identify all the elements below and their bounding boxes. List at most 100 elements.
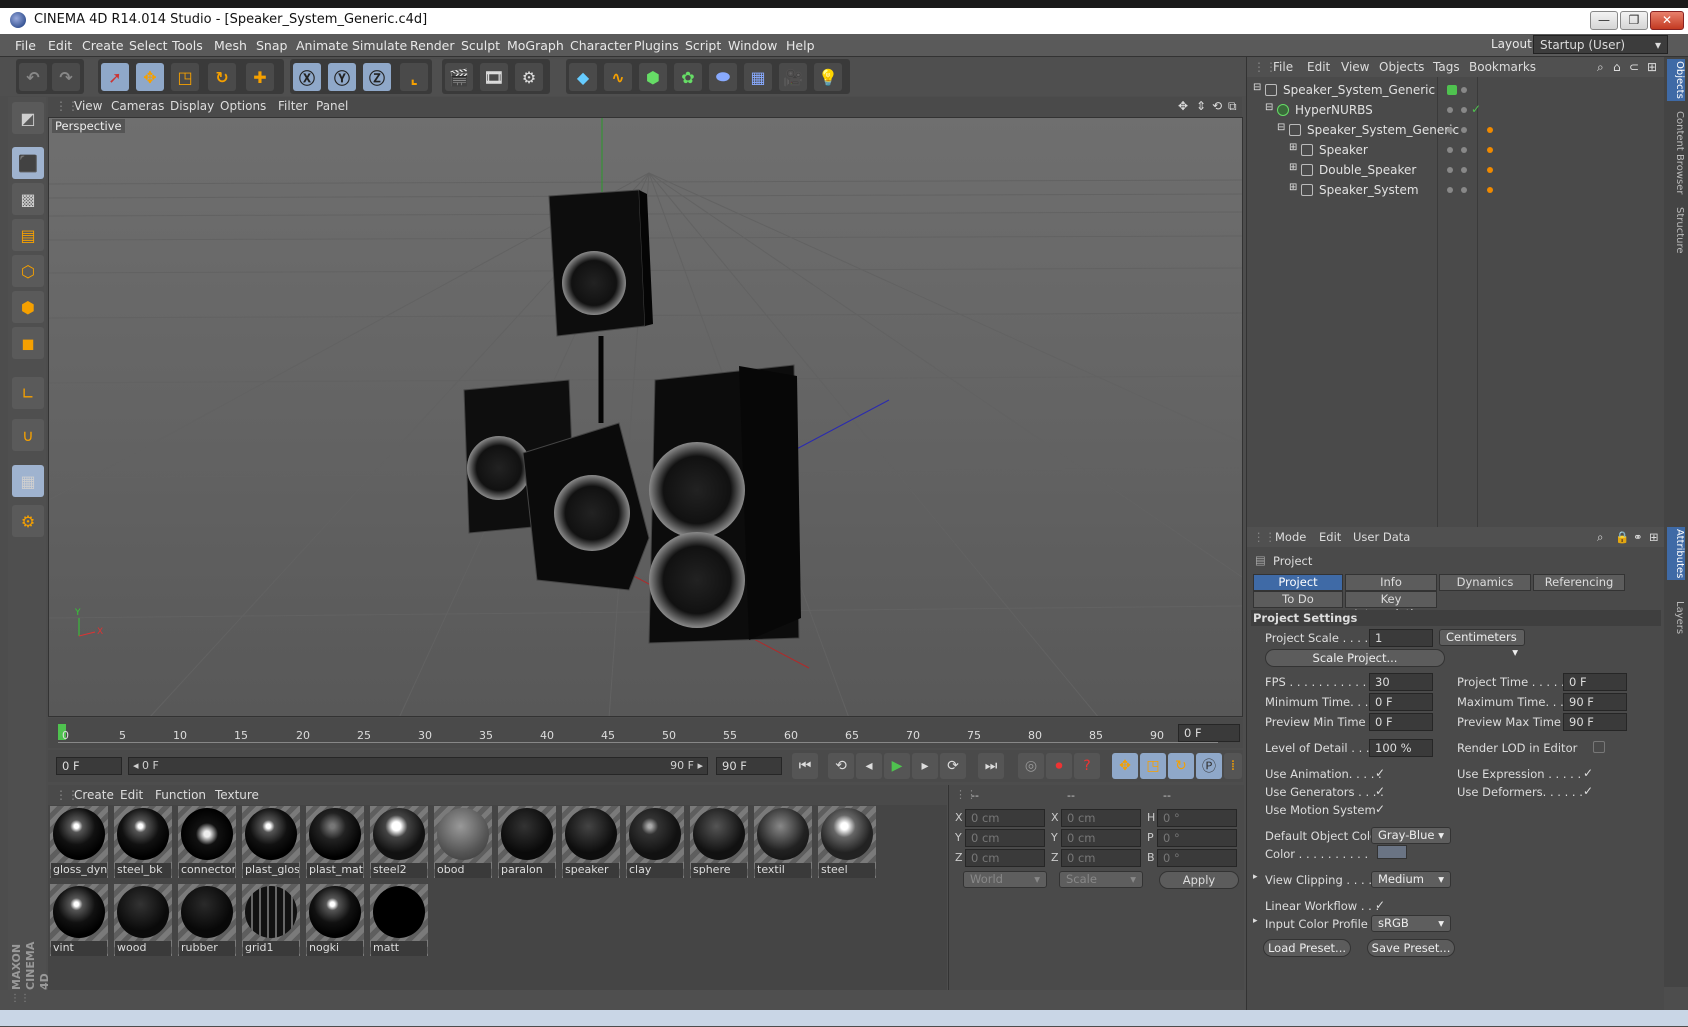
polygons-mode-icon[interactable]: ◼ — [12, 327, 44, 359]
attribute-menu-edit[interactable]: Edit — [1319, 530, 1341, 544]
object-menu-file[interactable]: File — [1273, 60, 1293, 74]
coordinate-system-icon[interactable]: ⌞ — [400, 63, 428, 91]
key-parameter-icon[interactable]: Ⓟ — [1196, 753, 1222, 779]
load-preset-button[interactable]: Load Preset... — [1263, 939, 1351, 957]
collapse-icon[interactable]: ⊟ — [1277, 122, 1285, 133]
material-swatch[interactable]: plast_matt — [306, 806, 364, 878]
tab-key-interpolation[interactable]: Key Interpolation — [1345, 591, 1437, 621]
material-swatch[interactable]: vint — [50, 884, 108, 956]
object-row[interactable]: ⊞ Speaker — [1251, 141, 1661, 160]
add-object-icon[interactable]: ✚ — [246, 63, 274, 91]
render-view-icon[interactable]: 🎬 — [445, 63, 473, 91]
use-generators-checkbox[interactable]: ✓ — [1375, 785, 1387, 797]
material-menu-edit[interactable]: Edit — [120, 788, 143, 802]
render-dot-icon[interactable] — [1461, 127, 1467, 133]
visibility-dot-icon[interactable] — [1447, 127, 1453, 133]
camera-icon[interactable]: 🎥 — [779, 63, 807, 91]
menu-select[interactable]: Select — [129, 38, 168, 53]
menu-mograph[interactable]: MoGraph — [507, 38, 564, 53]
side-tab-layers[interactable]: Layers — [1667, 601, 1685, 634]
position-z-field[interactable]: 0 cm — [965, 849, 1045, 867]
material-menu-texture[interactable]: Texture — [215, 788, 259, 802]
viewport-move-icon[interactable]: ✥ — [1178, 99, 1188, 113]
expand-icon[interactable]: ⊞ — [1289, 182, 1297, 193]
tab-to-do[interactable]: To Do — [1253, 591, 1343, 608]
side-tab-attributes[interactable]: Attributes — [1667, 527, 1685, 581]
z-axis-icon[interactable]: Ⓩ — [363, 63, 391, 91]
save-preset-button[interactable]: Save Preset... — [1367, 939, 1455, 957]
use-deformers-checkbox[interactable]: ✓ — [1583, 785, 1595, 797]
apply-button[interactable]: Apply — [1159, 871, 1239, 889]
material-swatch[interactable]: textil — [754, 806, 812, 878]
nurbs-icon[interactable]: ⬢ — [639, 63, 667, 91]
side-tab-structure[interactable]: Structure — [1667, 207, 1685, 254]
menu-file[interactable]: File — [15, 38, 36, 53]
menu-plugins[interactable]: Plugins — [634, 38, 679, 53]
default-object-color-select[interactable]: Gray-Blue ▾ — [1371, 827, 1451, 844]
use-expression-checkbox[interactable]: ✓ — [1583, 767, 1595, 779]
preview-min-time-field[interactable]: 0 F — [1369, 713, 1433, 731]
make-editable-icon[interactable]: ◩ — [12, 102, 44, 134]
object-row[interactable]: ⊟ HyperNURBS ✓ — [1251, 101, 1661, 120]
material-menu-create[interactable]: Create — [74, 788, 114, 802]
redo-icon[interactable]: ↷ — [52, 63, 80, 91]
points-mode-icon[interactable]: ⬡ — [12, 255, 44, 287]
edges-mode-icon[interactable]: ⬢ — [12, 291, 44, 323]
viewport-maximize-icon[interactable]: ⧉ — [1228, 99, 1237, 114]
expand-arrow-icon[interactable]: ▸ — [1253, 916, 1258, 926]
x-axis-icon[interactable]: Ⓧ — [293, 63, 321, 91]
cube-icon[interactable]: ◆ — [569, 63, 597, 91]
layer-color-icon[interactable] — [1447, 85, 1457, 95]
object-row[interactable]: ⊞ Speaker_System — [1251, 181, 1661, 200]
scale-project-button[interactable]: Scale Project... — [1265, 649, 1445, 667]
position-x-field[interactable]: 0 cm — [965, 809, 1045, 827]
attribute-menu-mode[interactable]: Mode — [1275, 530, 1306, 544]
size-mode-select[interactable]: Scale ▾ — [1059, 871, 1143, 888]
new-panel-icon[interactable]: ⊞ — [1649, 530, 1659, 544]
minimum-time-field[interactable]: 0 F — [1369, 693, 1433, 711]
light-icon[interactable]: 💡 — [814, 63, 842, 91]
side-tab-objects[interactable]: Objects — [1667, 59, 1685, 101]
render-dot-icon[interactable] — [1461, 167, 1467, 173]
layout-select[interactable]: Startup (User) ▾ — [1533, 35, 1668, 54]
move-icon[interactable]: ✥ — [136, 63, 164, 91]
material-swatch[interactable]: speaker — [562, 806, 620, 878]
search-icon[interactable]: ⌕ — [1597, 530, 1603, 545]
key-position-icon[interactable]: ✥ — [1112, 753, 1138, 779]
tab-info[interactable]: Info — [1345, 574, 1437, 591]
viewport-rotate-icon[interactable]: ⟲ — [1212, 99, 1222, 113]
workplane-lock-icon[interactable]: ▦ — [12, 465, 44, 497]
material-swatch[interactable]: nogki — [306, 884, 364, 956]
material-tag-icon[interactable] — [1487, 187, 1493, 193]
rotation-b-field[interactable]: 0 ° — [1157, 849, 1237, 867]
render-dot-icon[interactable] — [1461, 187, 1467, 193]
object-menu-objects[interactable]: Objects — [1379, 60, 1424, 74]
visibility-dot-icon[interactable] — [1447, 187, 1453, 193]
object-row[interactable]: ⊞ Double_Speaker — [1251, 161, 1661, 180]
workplane-icon[interactable]: ▤ — [12, 219, 44, 251]
spline-icon[interactable]: ∿ — [604, 63, 632, 91]
start-frame-field[interactable]: 0 F — [56, 757, 122, 775]
rotate-icon[interactable]: ↻ — [208, 63, 236, 91]
material-tag-icon[interactable] — [1487, 167, 1493, 173]
y-axis-icon[interactable]: Ⓨ — [328, 63, 356, 91]
material-swatch[interactable]: wood — [114, 884, 172, 956]
keyframe-selection-icon[interactable]: ? — [1074, 753, 1100, 779]
scale-icon[interactable]: ◳ — [171, 63, 199, 91]
material-swatch[interactable]: plast_gloss — [242, 806, 300, 878]
locked-workplane-icon[interactable]: ⚙ — [12, 505, 44, 537]
material-swatch[interactable]: matt — [370, 884, 428, 956]
coordinate-space-select[interactable]: World ▾ — [963, 871, 1047, 888]
maximum-time-field[interactable]: 90 F — [1563, 693, 1627, 711]
snap-magnet-icon[interactable]: ∪ — [12, 419, 44, 451]
input-color-profile-select[interactable]: sRGB ▾ — [1371, 915, 1451, 932]
viewport-menu-panel[interactable]: Panel — [316, 99, 348, 113]
project-scale-field[interactable]: 1 — [1369, 629, 1433, 647]
expand-icon[interactable]: ⊞ — [1289, 142, 1297, 153]
texture-mode-icon[interactable]: ▩ — [12, 183, 44, 215]
render-dot-icon[interactable] — [1461, 147, 1467, 153]
fps-field[interactable]: 30 — [1369, 673, 1433, 691]
render-lod-checkbox[interactable] — [1593, 741, 1605, 753]
size-x-field[interactable]: 0 cm — [1061, 809, 1141, 827]
attribute-menu-user-data[interactable]: User Data — [1353, 530, 1410, 544]
